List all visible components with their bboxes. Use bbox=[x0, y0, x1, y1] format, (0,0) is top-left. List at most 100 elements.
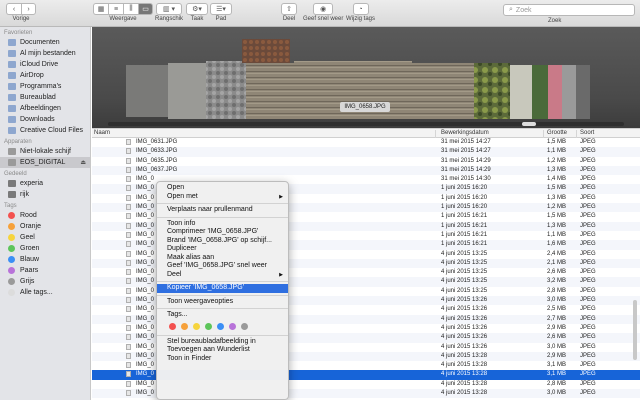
sidebar-item-rijk[interactable]: rijk bbox=[0, 189, 90, 200]
menu-separator bbox=[157, 216, 288, 218]
eject-icon[interactable]: ⏏ bbox=[80, 159, 86, 166]
column-divider[interactable] bbox=[435, 130, 436, 138]
sidebar-item-afbeeldingen[interactable]: Afbeeldingen bbox=[0, 103, 90, 114]
table-row[interactable]: IMG_0635.JPG 31 mei 2015 14:29 1,2 MB JPEG bbox=[92, 157, 640, 166]
sidebar-tag-alle-tags[interactable]: Alle tags... bbox=[0, 287, 90, 298]
coverflow-scrollbar[interactable] bbox=[108, 122, 624, 126]
favorites-header: Favorieten bbox=[4, 30, 33, 36]
sidebar-item-bureaublad[interactable]: Bureaublad bbox=[0, 92, 90, 103]
column-date-header[interactable]: Bewerkingsdatum bbox=[441, 130, 489, 136]
list-scrollbar[interactable] bbox=[633, 300, 637, 360]
menu-item-comprimeer-img-0658-jpg[interactable]: Comprimeer 'IMG_0658.JPG' bbox=[157, 228, 288, 237]
folder-icon bbox=[8, 191, 16, 198]
menu-item-toon-weergaveopties[interactable]: Toon weergaveopties bbox=[157, 298, 288, 307]
menu-item-toevoegen-aan-wunderlist[interactable]: Toevoegen aan Wunderlist bbox=[157, 346, 288, 355]
tag-color-dot-icon[interactable] bbox=[217, 322, 224, 330]
folder-icon bbox=[8, 159, 16, 166]
column-view-button[interactable]: ⫼ bbox=[123, 3, 138, 15]
sidebar-item-documenten[interactable]: Documenten bbox=[0, 37, 90, 48]
column-kind-header[interactable]: Soort bbox=[580, 130, 594, 136]
sidebar-item-downloads[interactable]: Downloads bbox=[0, 114, 90, 125]
menu-item-dupliceer[interactable]: Dupliceer bbox=[157, 245, 288, 254]
path-button[interactable]: ☰▾ bbox=[210, 3, 232, 15]
sidebar-item-label: Creative Cloud Files bbox=[20, 127, 84, 134]
image-file-icon bbox=[126, 324, 131, 331]
tag-dot-icon bbox=[8, 267, 15, 274]
image-file-icon bbox=[126, 287, 131, 294]
menu-item-deel[interactable]: Deel ▶ bbox=[157, 271, 288, 280]
quicklook-button[interactable]: ◉ bbox=[313, 3, 334, 15]
tag-color-dot-icon[interactable] bbox=[193, 322, 200, 330]
cell-kind: JPEG bbox=[580, 269, 596, 276]
sidebar-item-programma-s[interactable]: Programma's bbox=[0, 81, 90, 92]
edit-tags-button[interactable]: ◔ bbox=[352, 3, 369, 15]
cell-kind: JPEG bbox=[580, 362, 596, 369]
sidebar-item-airdrop[interactable]: AirDrop bbox=[0, 70, 90, 81]
tag-color-dot-icon[interactable] bbox=[205, 322, 212, 330]
cover-thumb bbox=[510, 65, 532, 119]
cell-size: 2,9 MB bbox=[547, 324, 567, 331]
sidebar-tag-groen[interactable]: Groen bbox=[0, 243, 90, 254]
sidebar-tag-geel[interactable]: Geel bbox=[0, 232, 90, 243]
coverflow-caption: IMG_0658.JPG bbox=[340, 102, 390, 112]
list-view-button[interactable]: ≡ bbox=[108, 3, 123, 15]
sidebar-tag-grijs[interactable]: Grijs bbox=[0, 276, 90, 287]
menu-item-toon-info[interactable]: Toon info bbox=[157, 220, 288, 229]
cell-name: IMG_0 bbox=[136, 352, 155, 359]
back-button[interactable]: ‹ bbox=[6, 3, 21, 15]
sidebar-tag-oranje[interactable]: Oranje bbox=[0, 221, 90, 232]
cell-date: 31 mei 2015 14:29 bbox=[441, 157, 491, 164]
cell-kind: JPEG bbox=[580, 306, 596, 313]
cell-name: IMG_0 bbox=[136, 371, 155, 378]
list-icon: ≡ bbox=[113, 5, 119, 13]
column-divider[interactable] bbox=[576, 130, 577, 138]
menu-item-tags[interactable]: Tags... bbox=[157, 311, 288, 320]
menu-item-toon-in-finder[interactable]: Toon in Finder bbox=[157, 355, 288, 364]
menu-item-verplaats-naar-prullenmand[interactable]: Verplaats naar prullenmand bbox=[157, 206, 288, 215]
share-button[interactable]: ⇧ bbox=[281, 3, 297, 15]
menu-item-open[interactable]: Open bbox=[157, 184, 288, 193]
menu-item-stel-bureaubladafbeelding-in[interactable]: Stel bureaubladafbeelding in bbox=[157, 338, 288, 347]
sidebar-tag-rood[interactable]: Rood bbox=[0, 210, 90, 221]
sidebar-item-niet-lokale-schijf[interactable]: Niet-lokale schijf bbox=[0, 146, 90, 157]
sidebar-item-icloud-drive[interactable]: iCloud Drive bbox=[0, 59, 90, 70]
gear-icon: ⚙▾ bbox=[192, 6, 202, 13]
column-divider[interactable] bbox=[543, 130, 544, 138]
table-row[interactable]: IMG_0631.JPG 31 mei 2015 14:27 1,5 MB JPEG bbox=[92, 138, 640, 147]
sidebar-item-al-mijn-bestanden[interactable]: Al mijn bestanden bbox=[0, 48, 90, 59]
menu-item-maak-alias-aan[interactable]: Maak alias aan bbox=[157, 254, 288, 263]
column-name-header[interactable]: Naam bbox=[94, 130, 110, 136]
menu-item-open-met[interactable]: Open met ▶ bbox=[157, 193, 288, 202]
coverflow-preview[interactable]: IMG_0658.JPG bbox=[92, 27, 640, 128]
search-input[interactable]: ⌕ Zoek bbox=[503, 4, 635, 16]
coverflow-view-button[interactable]: ▭ bbox=[138, 3, 153, 15]
sidebar-item-eos-digital[interactable]: EOS_DIGITAL ⏏ bbox=[0, 157, 90, 168]
icon-view-button[interactable]: ▦ bbox=[93, 3, 108, 15]
image-file-icon bbox=[126, 241, 131, 248]
shared-list: experia rijk bbox=[0, 178, 90, 200]
table-row[interactable]: IMG_0633.JPG 31 mei 2015 14:27 1,1 MB JPEG bbox=[92, 147, 640, 157]
coverflow-scroll-thumb[interactable] bbox=[522, 122, 536, 126]
cell-name: IMG_0 bbox=[136, 315, 155, 322]
column-size-header[interactable]: Grootte bbox=[547, 130, 567, 136]
arrange-button[interactable]: ▥ ▾ bbox=[156, 3, 182, 15]
menu-item-brand-img-0658-jpg-op-schijf[interactable]: Brand 'IMG_0658.JPG' op schijf... bbox=[157, 237, 288, 246]
menu-item-geef-img-0658-jpg-snel-weer[interactable]: Geef 'IMG_0658.JPG' snel weer bbox=[157, 262, 288, 271]
action-button[interactable]: ⚙▾ bbox=[186, 3, 208, 15]
forward-button[interactable]: › bbox=[21, 3, 36, 15]
sidebar-tag-paars[interactable]: Paars bbox=[0, 265, 90, 276]
sidebar-tag-blauw[interactable]: Blauw bbox=[0, 254, 90, 265]
arrange-icon: ▥ ▾ bbox=[162, 6, 176, 13]
tag-color-dot-icon[interactable] bbox=[181, 322, 188, 330]
tag-color-dot-icon[interactable] bbox=[229, 322, 236, 330]
sidebar-item-experia[interactable]: experia bbox=[0, 178, 90, 189]
cell-kind: JPEG bbox=[580, 241, 596, 248]
menu-item-label: Geef 'IMG_0658.JPG' snel weer bbox=[167, 262, 267, 269]
sidebar-item-creative-cloud-files[interactable]: Creative Cloud Files bbox=[0, 125, 90, 136]
tag-color-dot-icon[interactable] bbox=[241, 322, 248, 330]
menu-item-kopieer-img-0658-jpg[interactable]: Kopieer 'IMG_0658.JPG' bbox=[157, 284, 288, 293]
cell-kind: JPEG bbox=[580, 259, 596, 266]
tag-color-dot-icon[interactable] bbox=[169, 322, 176, 330]
submenu-arrow-icon: ▶ bbox=[279, 271, 283, 278]
table-row[interactable]: IMG_0637.JPG 31 mei 2015 14:29 1,3 MB JPEG bbox=[92, 165, 640, 176]
